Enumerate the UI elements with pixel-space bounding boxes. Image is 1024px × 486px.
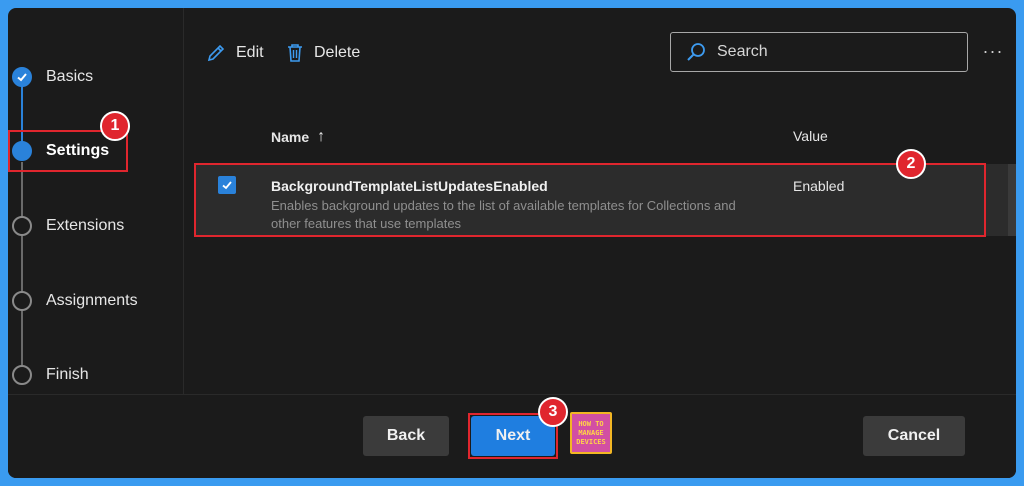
row-highlight-box bbox=[194, 163, 986, 237]
column-header-value[interactable]: Value bbox=[793, 128, 828, 144]
column-header-value-label: Value bbox=[793, 128, 828, 144]
step-label: Extensions bbox=[46, 217, 125, 234]
search-icon bbox=[687, 43, 705, 61]
column-header-name-label: Name bbox=[271, 129, 310, 145]
stepper-connector bbox=[21, 310, 23, 366]
column-header-name[interactable]: Name ↑ bbox=[271, 128, 325, 146]
edit-label: Edit bbox=[236, 44, 264, 61]
step-assignments[interactable]: Assignments bbox=[12, 287, 138, 315]
annotation-badge-1: 1 bbox=[100, 111, 130, 141]
step-extensions[interactable]: Extensions bbox=[12, 212, 124, 240]
check-icon bbox=[12, 67, 32, 87]
step-finish[interactable]: Finish bbox=[12, 361, 89, 389]
step-label: Finish bbox=[46, 366, 89, 383]
more-options-icon[interactable]: ··· bbox=[980, 38, 1006, 64]
step-label: Basics bbox=[46, 68, 94, 85]
sort-ascending-icon: ↑ bbox=[317, 128, 326, 145]
pending-step-icon bbox=[12, 365, 32, 385]
step-label: Assignments bbox=[46, 292, 138, 309]
pending-step-icon bbox=[12, 291, 32, 311]
search-input[interactable] bbox=[717, 43, 957, 61]
annotation-badge-3: 3 bbox=[538, 397, 568, 427]
delete-label: Delete bbox=[314, 44, 361, 61]
annotation-badge-2: 2 bbox=[896, 149, 926, 179]
step-basics[interactable]: Basics bbox=[12, 63, 93, 91]
logo-text: MANAGE bbox=[578, 428, 604, 437]
scrollbar[interactable] bbox=[1008, 164, 1016, 236]
edit-button[interactable]: Edit bbox=[206, 40, 264, 66]
logo-text: HOW TO bbox=[578, 419, 604, 428]
delete-button[interactable]: Delete bbox=[286, 40, 360, 66]
search-box[interactable] bbox=[670, 32, 968, 72]
logo-text: DEVICES bbox=[576, 437, 606, 446]
pencil-icon bbox=[207, 44, 225, 62]
app-window: Basics Settings Extensions Assignments F… bbox=[8, 8, 1016, 478]
wizard-stepper: Basics Settings Extensions Assignments F… bbox=[8, 8, 184, 394]
how-to-manage-devices-logo: HOW TO MANAGE DEVICES bbox=[570, 412, 612, 454]
cancel-button[interactable]: Cancel bbox=[863, 416, 965, 456]
stepper-connector bbox=[21, 236, 23, 294]
trash-icon bbox=[288, 44, 302, 62]
back-button[interactable]: Back bbox=[363, 416, 449, 456]
pending-step-icon bbox=[12, 216, 32, 236]
